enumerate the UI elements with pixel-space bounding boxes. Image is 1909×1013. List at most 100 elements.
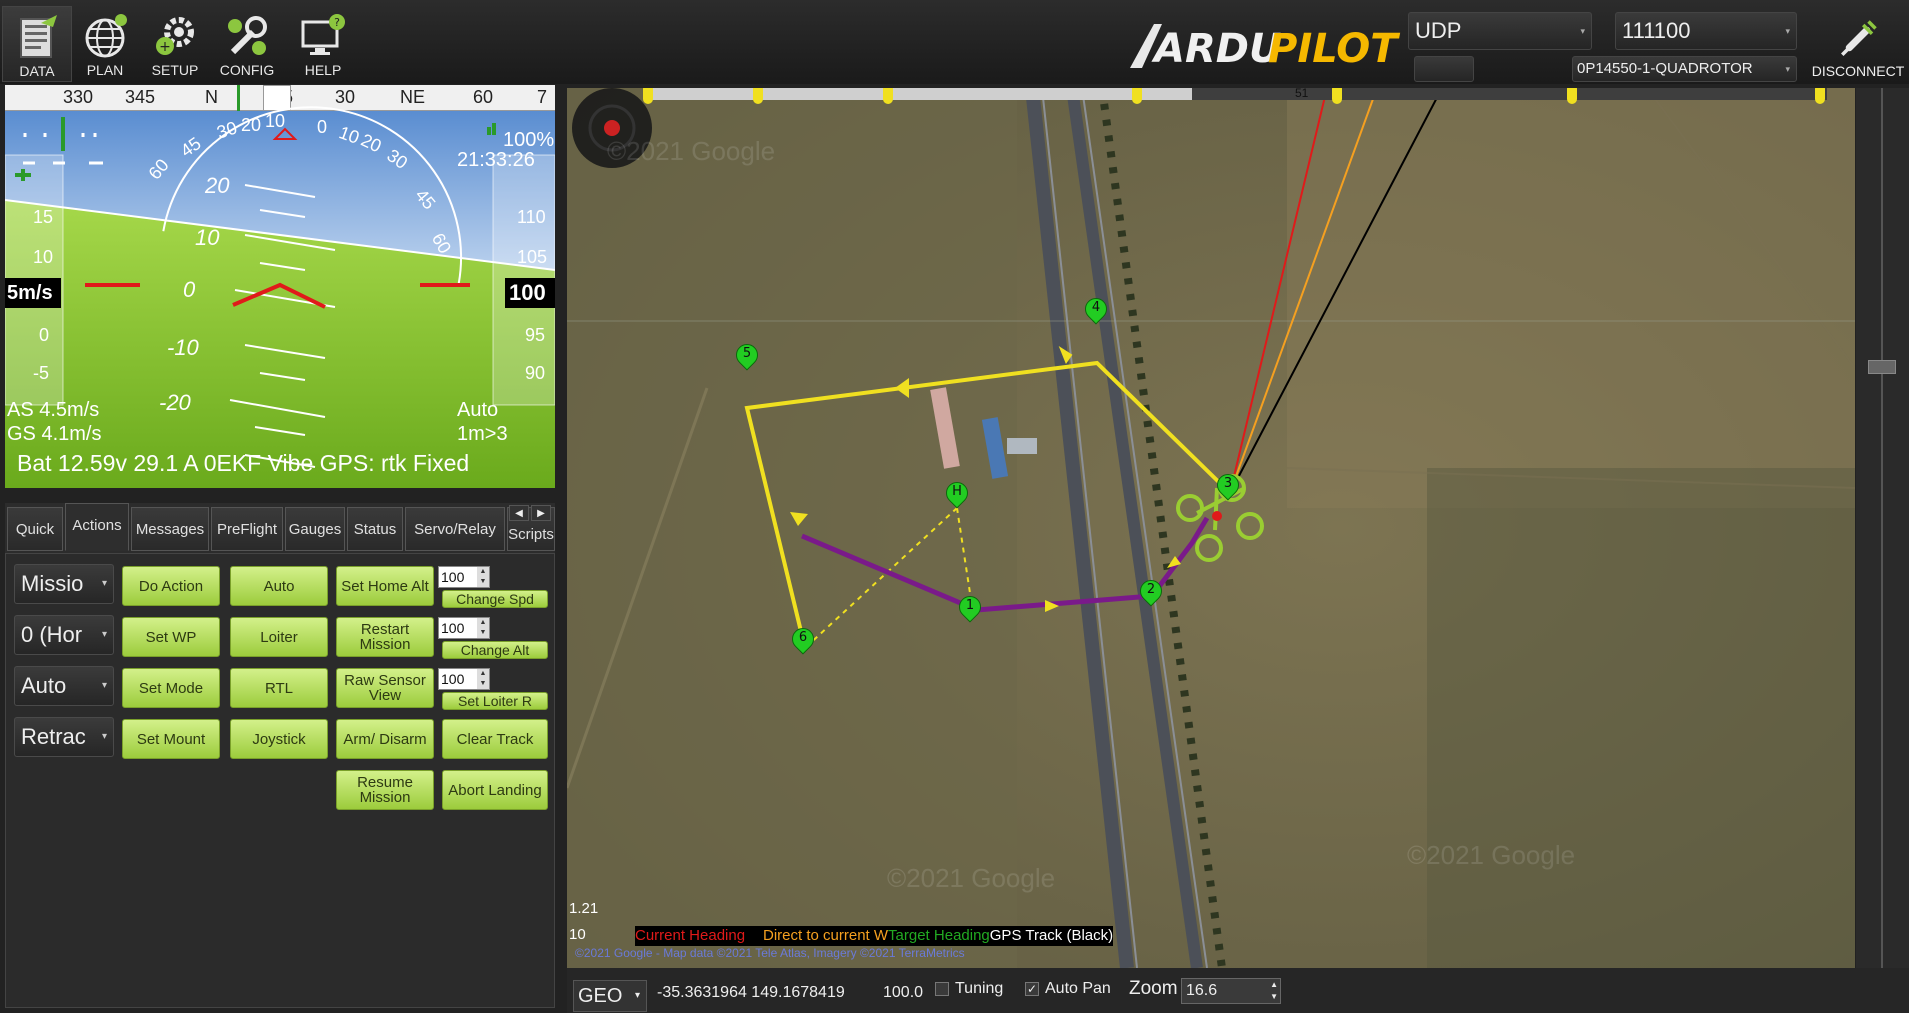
zoom-spinner[interactable]: 16.6 ▲ ▼ [1181, 978, 1281, 1004]
arm-disarm-button[interactable]: Arm/ Disarm [336, 719, 434, 759]
restart-mission-button[interactable]: Restart Mission [336, 617, 434, 657]
dropdown-value: 0 (Hor [21, 622, 83, 647]
globe-icon [85, 14, 127, 58]
nav-data-button[interactable]: DATA [2, 6, 72, 82]
spinner-arrows-icon[interactable]: ▲ ▼ [477, 567, 489, 587]
gears-icon: + [156, 17, 194, 55]
port-value: 111100 [1622, 18, 1691, 43]
set-home-alt-button[interactable]: Set Home Alt [336, 566, 434, 606]
altitude-spinner[interactable]: 100 ▲ ▼ [438, 617, 490, 639]
speed-tick: 10 [33, 247, 54, 267]
map-view[interactable]: ©2021 Google ©2021 Google ©2021 Google 5… [567, 88, 1855, 968]
pitch-tick: 20 [205, 173, 230, 198]
roll-tick: 60 [427, 229, 456, 257]
abort-landing-button[interactable]: Abort Landing [442, 770, 548, 810]
coord-format-value: GEO [578, 985, 623, 1007]
tab-scripts-label: Scripts [508, 526, 554, 543]
disconnect-button[interactable]: DISCONNECT [1808, 18, 1908, 84]
waypoint-marker-1[interactable]: 1 [954, 591, 986, 626]
pitch-tick: 0 [183, 277, 196, 302]
chevron-down-icon: ▾ [101, 629, 107, 640]
speed-tick: 15 [33, 207, 54, 227]
waypoint-marker-6[interactable]: 6 [787, 623, 819, 658]
tab-quick[interactable]: Quick [7, 507, 63, 551]
set-mount-button[interactable]: Set Mount [122, 719, 220, 759]
change-alt-button[interactable]: Change Alt [442, 641, 548, 659]
set-loiter-rad-button[interactable]: Set Loiter R [442, 692, 548, 710]
progress-marker [1132, 88, 1142, 104]
loiter-radius-spinner[interactable]: 100 ▲ ▼ [438, 668, 490, 690]
home-marker[interactable]: H [941, 477, 973, 512]
tab-preflight[interactable]: PreFlight [211, 507, 283, 551]
tab-servo-relay-label: Servo/Relay [414, 521, 496, 538]
spinner-arrows-icon[interactable]: ▲ ▼ [477, 618, 489, 638]
nav-plan-button[interactable]: PLAN [70, 6, 140, 82]
waypoint-label: H [952, 484, 962, 499]
tab-actions[interactable]: Actions [65, 503, 129, 551]
resume-mission-button[interactable]: Resume Mission [336, 770, 434, 810]
vehicle-select[interactable]: 0P14550-1-QUADROTOR ▾ [1572, 56, 1797, 82]
set-wp-button[interactable]: Set WP [122, 617, 220, 657]
mission-progress-bar[interactable]: 51 [643, 88, 1827, 104]
tab-servo-relay[interactable]: Servo/Relay [405, 507, 505, 551]
nav-setup-button[interactable]: + SETUP [140, 6, 210, 82]
set-mode-button[interactable]: Set Mode [122, 668, 220, 708]
tab-gauges[interactable]: Gauges [285, 507, 345, 551]
plug-icon [1841, 20, 1877, 56]
port-select[interactable]: 111100 ▾ [1615, 12, 1797, 50]
legend-current-heading: Current Heading [635, 927, 746, 944]
nav-config-button[interactable]: CONFIG [212, 6, 282, 82]
progress-marker [1815, 88, 1825, 104]
coord-format-select[interactable]: GEO ▾ [573, 980, 647, 1012]
nav-help-button[interactable]: ? HELP [288, 6, 358, 82]
waypoint-marker-5[interactable]: 5 [731, 339, 763, 374]
auto-pan-checkbox[interactable]: ✓ [1025, 982, 1039, 996]
waypoint-dropdown[interactable]: 0 (Hor ▾ [14, 615, 114, 655]
speed-tick: -5 [33, 363, 50, 383]
tab-messages[interactable]: Messages [131, 507, 209, 551]
tab-gauges-label: Gauges [288, 521, 342, 538]
dropdown-value: Missio [21, 571, 84, 596]
disconnect-label: DISCONNECT [1811, 63, 1905, 79]
mount-dropdown[interactable]: Retrac ▾ [14, 717, 114, 757]
altitude-readout: 100 [505, 278, 555, 308]
map-legend: Current Heading Direct to current WTarget… [635, 926, 1114, 946]
roll-tick: 10 [265, 111, 286, 131]
actions-panel: Missio ▾ 0 (Hor ▾ Auto ▾ Retrac ▾ Do Action … [5, 553, 555, 1008]
spinner-arrows-icon[interactable]: ▲ ▼ [1270, 979, 1278, 1003]
cursor-altitude: 100.0 [883, 984, 924, 1001]
spinner-arrows-icon[interactable]: ▲ ▼ [477, 669, 489, 689]
cursor-coordinates: -35.3631964 149.1678419 [657, 984, 845, 1001]
mission-dropdown[interactable]: Missio ▾ [14, 564, 114, 604]
raw-sensor-view-button[interactable]: Raw Sensor View [336, 668, 434, 708]
auto-button[interactable]: Auto [230, 566, 328, 606]
clear-track-button[interactable]: Clear Track [442, 719, 548, 759]
mode-dropdown[interactable]: Auto ▾ [14, 666, 114, 706]
change-speed-button[interactable]: Change Spd [442, 590, 548, 608]
alt-tick: 105 [517, 247, 548, 267]
joystick-button[interactable]: Joystick [230, 719, 328, 759]
tuning-checkbox[interactable] [935, 982, 949, 996]
data-tabs: Quick Actions Messages PreFlight Gauges … [5, 503, 555, 553]
waypoint-label: 3 [1223, 476, 1233, 491]
speed-spinner[interactable]: 100 ▲ ▼ [438, 566, 490, 588]
tab-scroll-right-button[interactable]: ▶ [531, 505, 551, 521]
tab-scroll-left-button[interactable]: ◀ [509, 505, 529, 521]
rtl-button[interactable]: RTL [230, 668, 328, 708]
chevron-down-icon: ▾ [1580, 26, 1585, 36]
airspeed-text: AS 4.5m/s [7, 399, 100, 421]
zoom-slider-handle[interactable] [1868, 360, 1896, 374]
do-action-button[interactable]: Do Action [122, 566, 220, 606]
roll-tick: 30 [383, 145, 412, 174]
tab-status[interactable]: Status [347, 507, 403, 551]
waypoint-marker-2[interactable]: 2 [1135, 575, 1167, 610]
waypoint-marker-3[interactable]: 3 [1212, 469, 1244, 504]
svg-text:+: + [159, 39, 171, 55]
connection-type-select[interactable]: UDP ▾ [1408, 12, 1592, 50]
tuning-label: Tuning [955, 980, 1004, 997]
status-line: Bat 12.59v 29.1 A 0EKF Vibe GPS: rtk Fix… [17, 450, 470, 476]
loiter-button[interactable]: Loiter [230, 617, 328, 657]
waypoint-label: 1 [965, 598, 975, 613]
progress-marker [1567, 88, 1577, 104]
waypoint-marker-4[interactable]: 4 [1080, 293, 1112, 328]
